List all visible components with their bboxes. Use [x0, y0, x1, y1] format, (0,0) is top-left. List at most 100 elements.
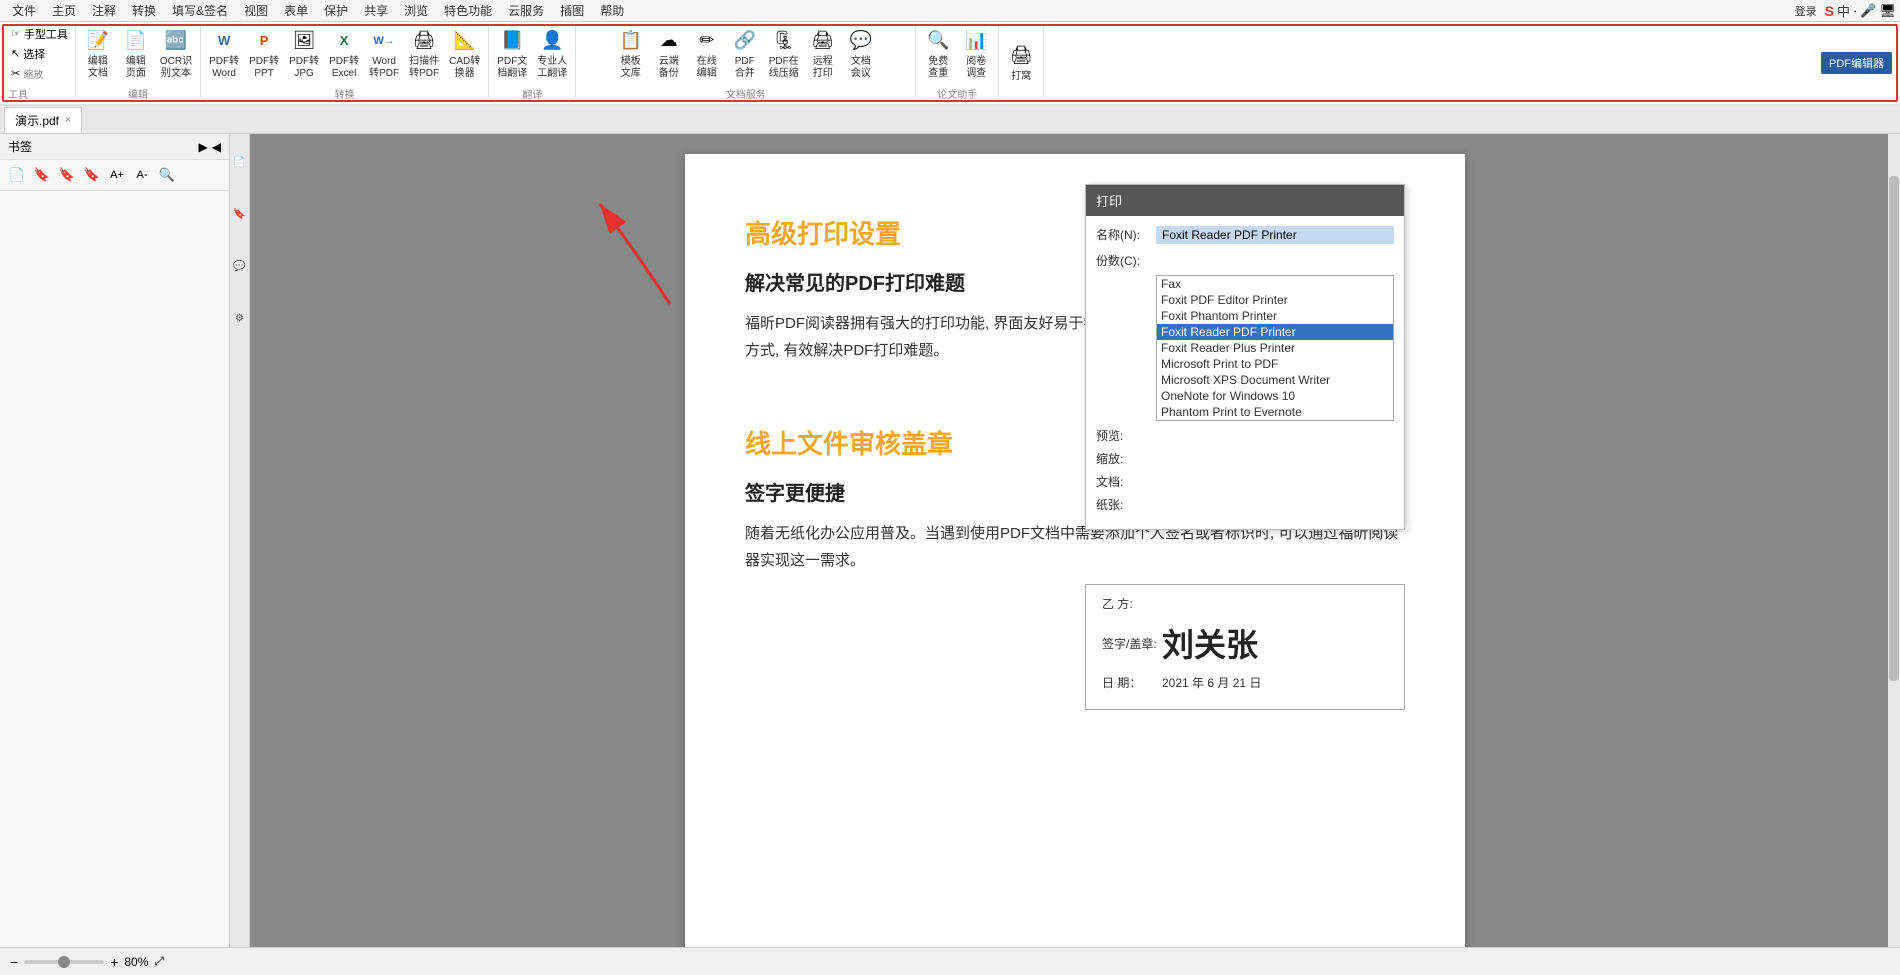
pdf-merge-btn[interactable]: 🔗 PDF合并: [727, 24, 763, 83]
party-label: 乙 方:: [1102, 595, 1162, 612]
sidebar-title: 书签: [8, 138, 32, 155]
print-copies-row: 份数(C):: [1096, 252, 1394, 269]
printer-foxit-editor[interactable]: Foxit PDF Editor Printer: [1157, 292, 1393, 308]
pro-translate-btn[interactable]: 👤 专业人工翻译: [533, 24, 571, 83]
edit-doc-icon: 📝: [84, 27, 112, 55]
online-edit-btn[interactable]: ✏ 在线编辑: [689, 24, 725, 83]
menu-help[interactable]: 帮助: [592, 0, 632, 21]
print-dialog-title: 打印: [1086, 185, 1404, 216]
sidebar-font-decrease[interactable]: A-: [131, 164, 153, 186]
printer-onenote[interactable]: OneNote for Windows 10: [1157, 388, 1393, 404]
printer-foxit-reader-plus[interactable]: Foxit Reader Plus Printer: [1157, 340, 1393, 356]
printer-phantom-evernote[interactable]: Phantom Print to Evernote: [1157, 404, 1393, 420]
select-icon: ↖: [11, 47, 20, 60]
zoom-in-btn[interactable]: +: [110, 954, 118, 970]
template-btn[interactable]: 📋 模板文库: [613, 24, 649, 83]
read-survey-btn[interactable]: 📊 阅卷调查: [958, 24, 994, 83]
pdf-compress-btn[interactable]: 🗜 PDF在线压缩: [765, 24, 803, 83]
convert-section: W PDF转Word P PDF转PPT 🖼 PDF转JPG X PDF转Exc…: [201, 26, 489, 98]
pdf-area-wrapper: 高级打印设置 解决常见的PDF打印难题 福昕PDF阅读器拥有强大的打印功能, 界…: [250, 134, 1900, 975]
pdf-jpg-icon: 🖼: [290, 27, 318, 55]
login-btn[interactable]: 登录: [1795, 3, 1817, 19]
menu-form[interactable]: 表单: [276, 0, 316, 21]
zoom-level-label: 80%: [124, 955, 148, 969]
fit-btn[interactable]: ⤢: [154, 954, 164, 969]
sidebar-expand-btn[interactable]: ▶: [199, 140, 208, 154]
menu-share[interactable]: 共享: [356, 0, 396, 21]
pdf-to-excel-btn[interactable]: X PDF转Excel: [325, 24, 363, 83]
printer-ms-xps[interactable]: Microsoft XPS Document Writer: [1157, 372, 1393, 388]
left-strip-icon-4[interactable]: ⚙: [232, 298, 248, 338]
menu-convert[interactable]: 转换: [124, 0, 164, 21]
vertical-scrollbar[interactable]: [1888, 134, 1900, 975]
menu-special[interactable]: 特色功能: [436, 0, 500, 21]
sidebar-tool-1[interactable]: 📄: [6, 164, 28, 186]
sidebar-collapse-btn[interactable]: ◀: [212, 140, 221, 154]
print-name-label: 名称(N):: [1096, 226, 1156, 243]
word-to-pdf-btn[interactable]: W→ Word转PDF: [365, 24, 403, 83]
sidebar-tool-4[interactable]: 🔖: [81, 164, 103, 186]
pdf-tab[interactable]: 演示.pdf ×: [4, 107, 82, 133]
party-row: 乙 方:: [1102, 595, 1388, 612]
print-name-value: Foxit Reader PDF Printer: [1156, 226, 1394, 246]
menu-bar: 文件 主页 注释 转换 填写&签名 视图 表单 保护 共享 浏览 特色功能 云服…: [0, 0, 1900, 22]
print-dialog-body: 名称(N): Foxit Reader PDF Printer 份数(C): F…: [1086, 216, 1404, 529]
remote-print-icon: 🖨: [809, 27, 837, 55]
crop-icon: ✂: [11, 67, 20, 80]
edit-page-btn[interactable]: 📄 编辑页面: [118, 24, 154, 83]
edit-crop-btn[interactable]: ✂ 缩放: [8, 64, 71, 83]
left-strip-icon-1[interactable]: 📄: [232, 142, 248, 182]
menu-browse[interactable]: 浏览: [396, 0, 436, 21]
left-strip-icon-2[interactable]: 🔖: [232, 194, 248, 234]
remote-print-btn[interactable]: 🖨 远程打印: [805, 24, 841, 83]
print-doc-label: 文档:: [1096, 473, 1156, 490]
scan-to-pdf-btn[interactable]: 🖨 扫描件转PDF: [405, 24, 443, 83]
pdf-editor-btn[interactable]: PDF编辑器: [1821, 52, 1892, 74]
menu-plugin[interactable]: 插图: [552, 0, 592, 21]
menu-annotate[interactable]: 注释: [84, 0, 124, 21]
menu-file[interactable]: 文件: [4, 0, 44, 21]
ocr-btn[interactable]: 🔤 OCR识别文本: [156, 24, 196, 83]
pdf-to-ppt-btn[interactable]: P PDF转PPT: [245, 24, 283, 83]
print-preview-label: 预览:: [1096, 427, 1156, 444]
menu-view[interactable]: 视图: [236, 0, 276, 21]
sidebar-tool-2[interactable]: 🔖: [31, 164, 53, 186]
pdf-translate-btn[interactable]: 📘 PDF文档翻译: [493, 24, 531, 83]
sign-row: 签字/盖章: 刘关张: [1102, 620, 1388, 666]
sidebar-toolbar: 📄 🔖 🔖 🔖 A+ A- 🔍: [0, 160, 229, 191]
menu-protect[interactable]: 保护: [316, 0, 356, 21]
menu-cloud[interactable]: 云服务: [500, 0, 552, 21]
pdf-to-jpg-btn[interactable]: 🖼 PDF转JPG: [285, 24, 323, 83]
printer-fax[interactable]: Fax: [1157, 276, 1393, 292]
sidebar-search[interactable]: 🔍: [156, 164, 178, 186]
status-bar: − + 80% ⤢: [0, 947, 1900, 975]
print-btn[interactable]: 🖨 打窝: [1003, 39, 1039, 86]
menu-sign[interactable]: 填写&签名: [164, 0, 236, 21]
zoom-slider[interactable]: [24, 960, 104, 964]
printer-foxit-phantom[interactable]: Foxit Phantom Printer: [1157, 308, 1393, 324]
edit-doc-btn[interactable]: 📝 编辑文档: [80, 24, 116, 83]
print-name-row: 名称(N): Foxit Reader PDF Printer: [1096, 226, 1394, 246]
ribbon-toolbar: ☞ 手型工具 ↖ 选择 ✂ 缩放 工具 📝 编辑文档 📄 编辑页面 🔤 OCR识: [0, 22, 1900, 106]
edit-page-icon: 📄: [122, 27, 150, 55]
pdf-area: 高级打印设置 解决常见的PDF打印难题 福昕PDF阅读器拥有强大的打印功能, 界…: [250, 134, 1900, 975]
free-check-btn[interactable]: 🔍 免费查重: [920, 24, 956, 83]
menu-home[interactable]: 主页: [44, 0, 84, 21]
printer-foxit-reader[interactable]: Foxit Reader PDF Printer: [1157, 324, 1393, 340]
printer-ms-pdf[interactable]: Microsoft Print to PDF: [1157, 356, 1393, 372]
sidebar-font-increase[interactable]: A+: [106, 164, 128, 186]
select-tool-btn[interactable]: ↖ 选择: [8, 44, 71, 64]
hand-tool-btn[interactable]: ☞ 手型工具: [8, 24, 71, 44]
zoom-out-btn[interactable]: −: [10, 954, 18, 970]
left-strip-icon-3[interactable]: 💬: [232, 246, 248, 286]
cad-to-pdf-btn[interactable]: 📐 CAD转换器: [445, 24, 484, 83]
scrollbar-thumb[interactable]: [1889, 176, 1899, 681]
pdf-to-word-btn[interactable]: W PDF转Word: [205, 24, 243, 83]
cloud-backup-btn[interactable]: ☁ 云端备份: [651, 24, 687, 83]
tab-close-btn[interactable]: ×: [65, 114, 71, 126]
doc-meeting-btn[interactable]: 💬 文档会议: [843, 24, 879, 83]
date-row: 日 期： 2021 年 6 月 21 日: [1102, 674, 1388, 691]
print-name-highlight[interactable]: Foxit Reader PDF Printer: [1156, 226, 1394, 244]
sidebar-tool-3[interactable]: 🔖: [56, 164, 78, 186]
zoom-thumb[interactable]: [58, 956, 70, 968]
